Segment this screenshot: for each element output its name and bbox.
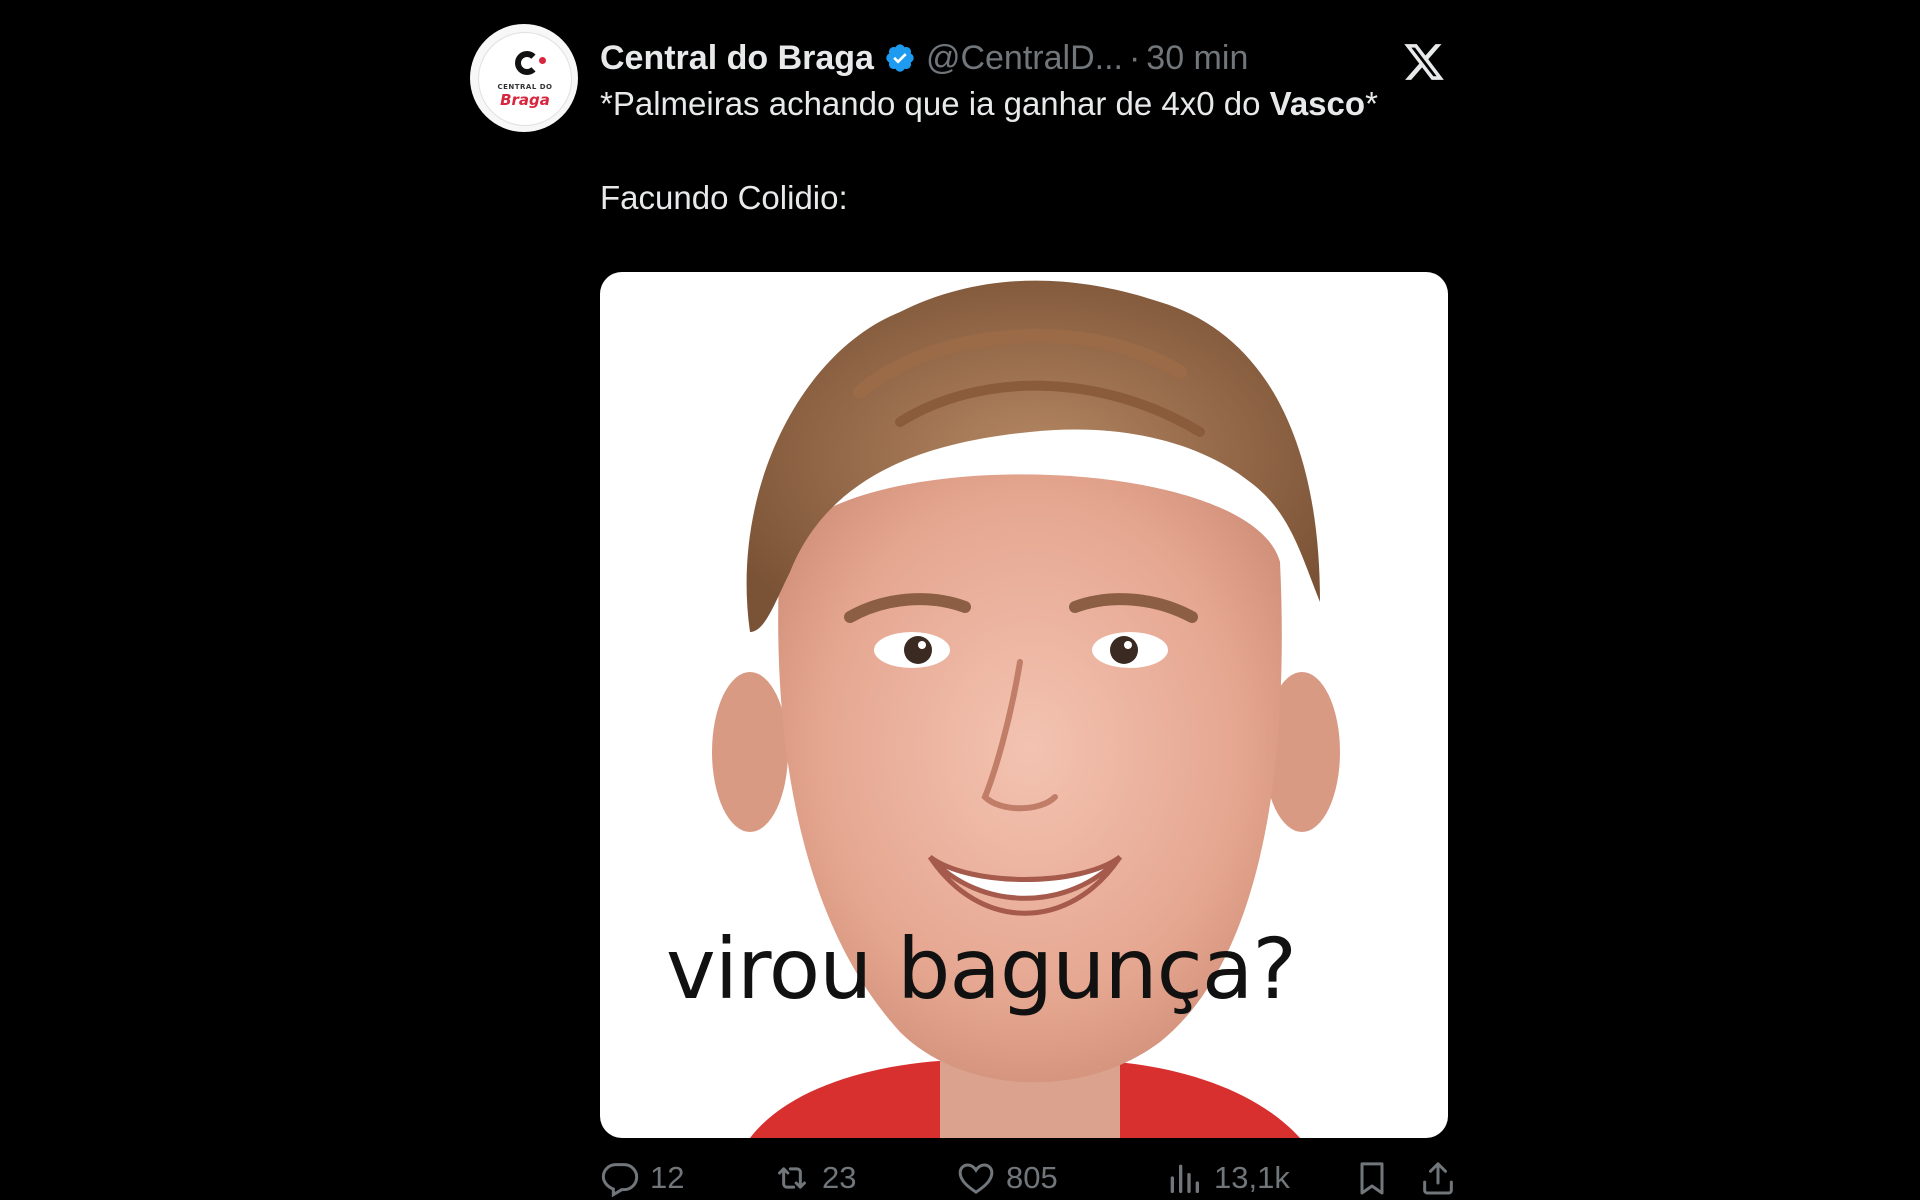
reply-button[interactable]: 12 xyxy=(600,1156,684,1200)
reply-count: 12 xyxy=(650,1160,685,1195)
avatar-logo: CENTRAL DO Braga xyxy=(478,32,572,126)
views-icon xyxy=(1170,1164,1199,1193)
action-bar: 12 23 805 13,1k xyxy=(600,1156,1453,1200)
x-logo-icon xyxy=(1404,44,1444,80)
tweet-text-bold: Vasco xyxy=(1269,85,1366,122)
media-image[interactable]: virou bagunça? xyxy=(600,272,1448,1138)
tweet-text-pre: *Palmeiras achando que ia ganhar de 4x0 … xyxy=(600,85,1270,122)
separator-dot: · xyxy=(1128,38,1141,77)
like-count: 805 xyxy=(1006,1160,1058,1195)
tweet-time[interactable]: 30 min xyxy=(1146,39,1248,78)
reply-icon xyxy=(601,1163,639,1198)
views-count: 13,1k xyxy=(1214,1160,1290,1195)
logo-dot xyxy=(539,57,546,64)
bookmark-icon xyxy=(1360,1162,1384,1195)
logo-brand-text: Braga xyxy=(500,91,550,109)
tweet-header: Central do Braga @CentralD... · 30 min xyxy=(600,36,1248,80)
share-button[interactable] xyxy=(1418,1156,1468,1200)
retweet-button[interactable]: 23 xyxy=(772,1156,856,1200)
like-icon xyxy=(958,1163,994,1194)
author-name[interactable]: Central do Braga xyxy=(600,39,874,78)
share-icon xyxy=(1423,1162,1453,1195)
verified-badge-icon xyxy=(886,44,914,72)
tweet-text-post: * xyxy=(1365,85,1378,122)
avatar[interactable]: CENTRAL DO Braga xyxy=(470,24,578,132)
tweet-text-line-2: Facundo Colidio: xyxy=(600,179,848,216)
logo-small-text: CENTRAL DO xyxy=(497,83,553,91)
author-handle[interactable]: @CentralD... xyxy=(926,39,1123,78)
tweet-text-line-1: *Palmeiras achando que ia ganhar de 4x0 … xyxy=(600,80,1440,127)
like-button[interactable]: 805 xyxy=(956,1156,1058,1200)
retweet-icon xyxy=(778,1167,806,1189)
bookmark-button[interactable] xyxy=(1352,1156,1402,1200)
retweet-count: 23 xyxy=(822,1160,857,1195)
views-button[interactable]: 13,1k xyxy=(1164,1156,1290,1200)
tweet-text: *Palmeiras achando que ia ganhar de 4x0 … xyxy=(600,80,1440,221)
meme-caption: virou bagunça? xyxy=(666,920,1297,1018)
logo-c-mark xyxy=(515,51,539,75)
text-gap xyxy=(600,127,1440,174)
tweet: CENTRAL DO Braga Central do Braga @Centr… xyxy=(470,18,1453,1200)
